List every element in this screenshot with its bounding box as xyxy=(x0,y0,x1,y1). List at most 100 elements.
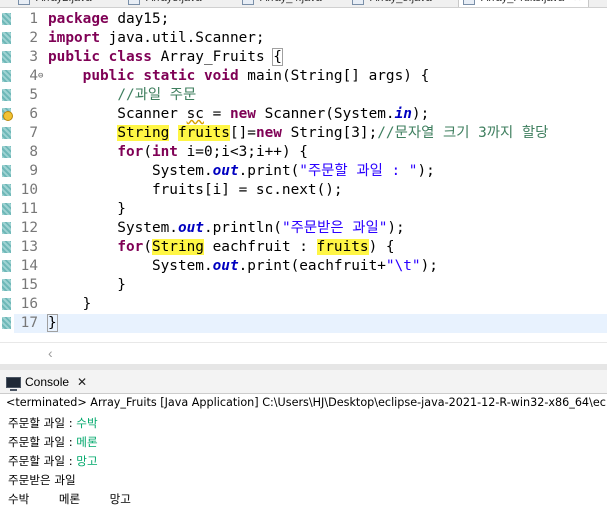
code-token: String[3]; xyxy=(281,125,378,141)
change-marker xyxy=(2,70,11,82)
code-token: public xyxy=(48,49,100,65)
line-code: public class Array_Fruits { xyxy=(48,48,283,67)
code-token: } xyxy=(47,314,58,332)
tab-console[interactable]: Console ✕ xyxy=(6,374,87,392)
code-line[interactable]: 13 for(String eachfruit : fruits) { xyxy=(14,238,607,257)
change-marker xyxy=(2,89,11,101)
change-ruler xyxy=(0,8,14,342)
line-code: System.out.print(eachfruit+"\t"); xyxy=(48,257,438,276)
line-number: 10 xyxy=(20,182,38,198)
code-token: sc xyxy=(186,106,204,122)
close-icon[interactable]: ✕ xyxy=(573,0,582,6)
code-line[interactable]: 12 System.out.println("주문받은 과일"); xyxy=(14,219,607,238)
change-marker xyxy=(2,165,11,177)
code-line[interactable]: 1 package day15; xyxy=(14,10,607,29)
tab-label: Array_5.java xyxy=(370,0,432,4)
line-code: } xyxy=(47,314,58,333)
warning-icon[interactable] xyxy=(3,111,13,121)
line-code: fruits[i] = sc.next(); xyxy=(48,181,343,200)
change-marker xyxy=(2,203,11,215)
line-number: 15 xyxy=(20,277,38,293)
console-text: 주문할 과일 : xyxy=(8,416,77,430)
code-token: import xyxy=(48,30,100,46)
tab-array3-java[interactable]: Array3.java xyxy=(124,0,208,7)
line-code: //과일 주문 xyxy=(48,86,196,105)
console-output: 주문할 과일 : 수박 주문할 과일 : 메론 주문할 과일 : 망고 주문받은 과일… xyxy=(8,414,607,509)
code-line[interactable]: 7 String fruits[]=new String[3];//문자열 크기… xyxy=(14,124,607,143)
console-text: 수박 메론 망고 xyxy=(8,492,131,506)
code-token: System. xyxy=(48,163,213,179)
code-token: Scanner xyxy=(48,106,187,122)
change-marker xyxy=(2,127,11,139)
change-marker xyxy=(2,51,11,63)
scroll-left-icon[interactable]: ‹ xyxy=(48,345,53,361)
code-line[interactable]: 6 Scanner sc = new Scanner(System.in); xyxy=(14,105,607,124)
console-tab-label: Console xyxy=(25,375,70,389)
code-token: } xyxy=(48,201,126,217)
line-number: 5 xyxy=(29,87,38,103)
code-token: ); xyxy=(420,258,438,274)
line-number: 14 xyxy=(20,258,38,274)
code-line[interactable]: 4 ⊖ public static void main(String[] args… xyxy=(14,67,607,86)
code-token: new xyxy=(229,106,256,122)
change-marker xyxy=(2,184,11,196)
code-token: System. xyxy=(48,220,178,236)
tab-array-5-java[interactable]: Array_5.java xyxy=(348,0,438,7)
fold-toggle-icon[interactable]: ⊖ xyxy=(38,67,43,86)
code-token: class xyxy=(108,49,152,65)
console-user-input: 망고 xyxy=(76,454,98,468)
code-token: "\t" xyxy=(385,258,421,274)
code-token: package xyxy=(48,11,109,27)
change-marker xyxy=(2,298,11,310)
line-number: 13 xyxy=(20,239,38,255)
code-token: ( xyxy=(143,144,152,160)
code-token: System. xyxy=(48,258,213,274)
change-marker xyxy=(2,222,11,234)
code-token: ( xyxy=(143,239,152,255)
tab-array2-java[interactable]: Array2.java xyxy=(14,0,98,7)
console-line: 수박 메론 망고 xyxy=(8,490,607,509)
code-token: i=0;i<3;i++) { xyxy=(177,144,308,160)
java-file-icon xyxy=(242,0,254,5)
code-line[interactable]: 10 fruits[i] = sc.next(); xyxy=(14,181,607,200)
code-lines[interactable]: 1 package day15; 2 import java.util.Scanner… xyxy=(14,10,607,333)
code-token: "주문받은 과일" xyxy=(281,220,388,236)
line-number: 12 xyxy=(20,220,38,236)
tab-array-fruits-java[interactable]: Array_Fruits.java ✕ xyxy=(458,0,590,7)
console-text: 주문받은 과일 xyxy=(8,473,76,487)
code-token: int xyxy=(151,144,178,160)
code-line[interactable]: 16 } xyxy=(14,295,607,314)
editor-tab-strip: Array2.java Array3.java Array_4.java Array_… xyxy=(0,0,607,8)
code-token: .print( xyxy=(238,163,300,179)
line-code: String fruits[]=new String[3];//문자열 크기 3… xyxy=(48,124,548,143)
code-token: fruits xyxy=(316,239,369,255)
code-line[interactable]: 3 public class Array_Fruits { xyxy=(14,48,607,67)
code-line[interactable]: 5 //과일 주문 xyxy=(14,86,607,105)
code-line[interactable]: 11 } xyxy=(14,200,607,219)
close-icon[interactable]: ✕ xyxy=(77,375,87,389)
code-line[interactable]: 9 System.out.print("주문할 과일 : "); xyxy=(14,162,607,181)
tab-label: Array_Fruits.java xyxy=(481,0,564,4)
code-editor[interactable]: 1 package day15; 2 import java.util.Scanner… xyxy=(0,8,607,342)
code-line[interactable]: 8 for(int i=0;i<3;i++) { xyxy=(14,143,607,162)
code-line[interactable]: 15 } xyxy=(14,276,607,295)
line-code: } xyxy=(48,276,126,295)
code-token: ); xyxy=(387,220,405,236)
console-line: 주문할 과일 : 망고 xyxy=(8,452,607,471)
line-number: 16 xyxy=(20,296,38,312)
horizontal-scrollbar[interactable]: ‹ xyxy=(0,342,607,364)
java-file-icon xyxy=(463,0,475,5)
code-line[interactable]: 17} xyxy=(14,314,607,333)
code-line[interactable]: 14 System.out.print(eachfruit+"\t"); xyxy=(14,257,607,276)
change-marker xyxy=(2,241,11,253)
code-token: out xyxy=(177,220,204,236)
code-token: void xyxy=(203,68,239,84)
code-line[interactable]: 2 import java.util.Scanner; xyxy=(14,29,607,48)
line-number: 3 xyxy=(29,49,38,65)
tab-array-4-java[interactable]: Array_4.java xyxy=(238,0,328,7)
